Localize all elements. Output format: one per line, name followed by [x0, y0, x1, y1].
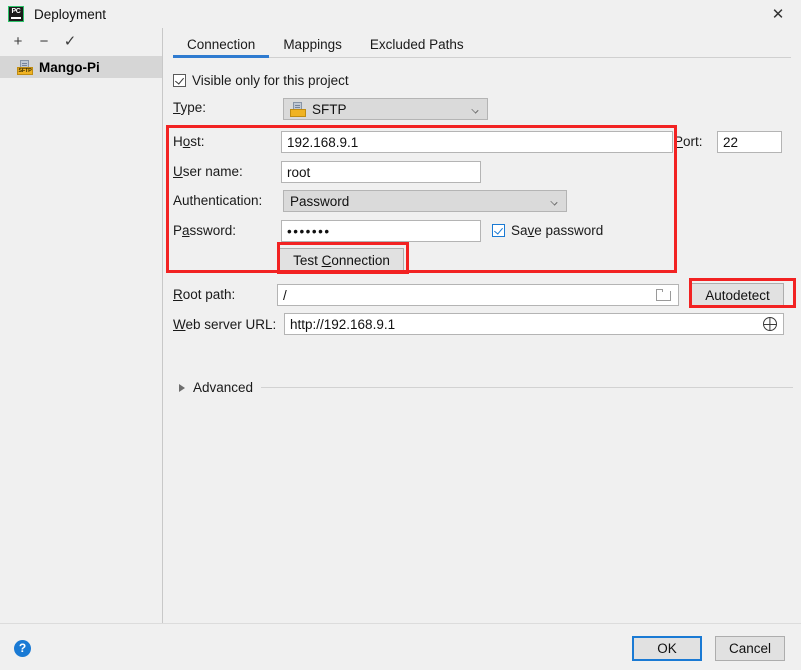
- authentication-combo[interactable]: Password: [283, 190, 567, 212]
- list-item-label: Mango-Pi: [39, 59, 100, 75]
- tab-mappings[interactable]: Mappings: [269, 37, 356, 58]
- folder-icon[interactable]: [656, 288, 672, 302]
- sftp-icon-combo-label: [290, 108, 306, 117]
- port-input[interactable]: [717, 131, 782, 153]
- type-label: Type:: [173, 100, 207, 115]
- web-server-url-label: Web server URL:: [173, 317, 277, 332]
- root-path-label: Root path:: [173, 287, 236, 302]
- ok-button[interactable]: OK: [632, 636, 702, 661]
- save-password-checkbox[interactable]: Save password: [492, 223, 603, 238]
- remove-server-button[interactable]: −: [32, 30, 56, 52]
- port-label: Port:: [674, 134, 703, 149]
- visible-only-checkbox[interactable]: Visible only for this project: [173, 73, 349, 88]
- main-panel: Connection Mappings Excluded Paths Visib…: [164, 28, 801, 623]
- advanced-separator: [261, 387, 793, 388]
- sidebar-toolbar: + − ✓: [0, 28, 162, 54]
- tab-bar: Connection Mappings Excluded Paths: [164, 28, 801, 58]
- password-input[interactable]: [281, 220, 481, 242]
- dialog-buttons: OK Cancel: [632, 636, 785, 661]
- list-item-mango-pi[interactable]: SFTP Mango-Pi: [0, 56, 162, 78]
- type-combo-value: SFTP: [312, 101, 347, 117]
- checkbox-box: [173, 74, 186, 87]
- test-connection-button[interactable]: Test Connection: [279, 248, 404, 273]
- set-default-button[interactable]: ✓: [58, 30, 82, 52]
- chevron-right-icon: [179, 383, 185, 392]
- authentication-combo-value: Password: [290, 193, 350, 209]
- root-path-field[interactable]: [277, 284, 679, 306]
- sidebar: + − ✓ SFTP Mango-Pi: [0, 28, 163, 623]
- root-path-input[interactable]: [278, 285, 656, 305]
- tab-connection[interactable]: Connection: [173, 37, 270, 58]
- web-server-url-input[interactable]: [285, 314, 763, 334]
- advanced-section-toggle[interactable]: Advanced: [173, 380, 793, 395]
- tab-excluded-paths[interactable]: Excluded Paths: [356, 37, 478, 58]
- sftp-icon: SFTP: [17, 59, 33, 75]
- window-title: Deployment: [34, 6, 107, 22]
- advanced-label: Advanced: [193, 380, 254, 395]
- pycharm-icon: PC: [8, 6, 24, 22]
- close-icon[interactable]: ✕: [755, 0, 801, 28]
- password-label: Password:: [173, 223, 237, 238]
- username-input[interactable]: [281, 161, 481, 183]
- username-label: User name:: [173, 164, 243, 179]
- chevron-down-icon: [472, 107, 480, 112]
- type-combo[interactable]: SFTP: [283, 98, 488, 120]
- add-server-button[interactable]: +: [6, 30, 30, 52]
- help-icon[interactable]: ?: [14, 640, 31, 657]
- visible-only-label: Visible only for this project: [192, 73, 349, 88]
- globe-icon[interactable]: [763, 317, 777, 331]
- save-password-label: Save password: [511, 223, 604, 238]
- authentication-label: Authentication:: [173, 193, 263, 208]
- host-input[interactable]: [281, 131, 673, 153]
- server-list: SFTP Mango-Pi: [0, 56, 162, 78]
- footer: ? OK Cancel: [0, 623, 801, 670]
- checkbox-box-save-password: [492, 224, 505, 237]
- sftp-icon-combo: [290, 101, 306, 117]
- autodetect-button[interactable]: Autodetect: [691, 283, 784, 308]
- sftp-icon-label: SFTP: [17, 66, 33, 75]
- web-server-url-field[interactable]: [284, 313, 784, 335]
- cancel-button[interactable]: Cancel: [715, 636, 785, 661]
- host-label: Host:: [173, 134, 205, 149]
- title-bar: PC Deployment ✕: [0, 0, 801, 28]
- chevron-down-icon-auth: [551, 199, 559, 204]
